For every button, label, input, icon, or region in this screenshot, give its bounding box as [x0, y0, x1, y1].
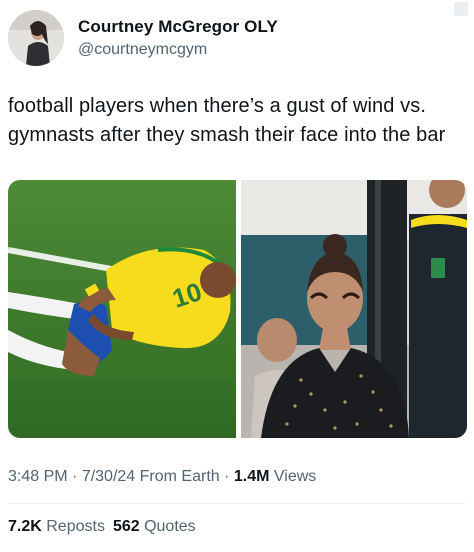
handle[interactable]: @courtneymcgym	[78, 39, 278, 61]
avatar[interactable]	[8, 10, 64, 66]
media-grid: 10	[8, 180, 467, 438]
tweet-text-line: football players when there’s a gust of …	[8, 95, 426, 117]
corner-mark	[454, 2, 468, 16]
reposts-link[interactable]: 7.2K Reposts	[8, 518, 105, 535]
reposts-count: 7.2K	[8, 518, 42, 535]
tweet-text: football players when there’s a gust of …	[8, 92, 470, 150]
engagement-stats: 7.2K Reposts 562 Quotes	[8, 516, 196, 538]
views-count: 1.4M	[233, 468, 270, 485]
tweet-header: Courtney McGregor OLY @courtneymcgym	[8, 8, 278, 68]
gymnast-photo-icon	[241, 180, 467, 438]
tweet-meta: 3:48 PM · 7/30/24 From Earth · 1.4M View…	[8, 466, 316, 488]
reposts-label: Reposts	[41, 518, 105, 535]
quotes-count: 562	[112, 518, 140, 535]
meta-separator: ·	[67, 468, 82, 485]
views-label: Views	[269, 468, 317, 485]
timestamp-date[interactable]: 7/30/24	[82, 468, 135, 485]
display-name[interactable]: Courtney McGregor OLY	[78, 16, 278, 37]
media-image-right[interactable]	[241, 180, 467, 438]
tweet-source: From Earth	[135, 468, 220, 485]
timestamp-time[interactable]: 3:48 PM	[8, 468, 68, 485]
divider	[8, 503, 466, 504]
media-image-left[interactable]: 10	[8, 180, 236, 438]
football-player-photo-icon: 10	[8, 180, 236, 438]
meta-separator: ·	[219, 468, 234, 485]
tweet-text-line: gymnasts after they smash their face int…	[8, 124, 446, 146]
quotes-link[interactable]: 562 Quotes	[113, 518, 196, 535]
profile-photo-icon	[8, 10, 64, 66]
quotes-label: Quotes	[139, 518, 196, 535]
